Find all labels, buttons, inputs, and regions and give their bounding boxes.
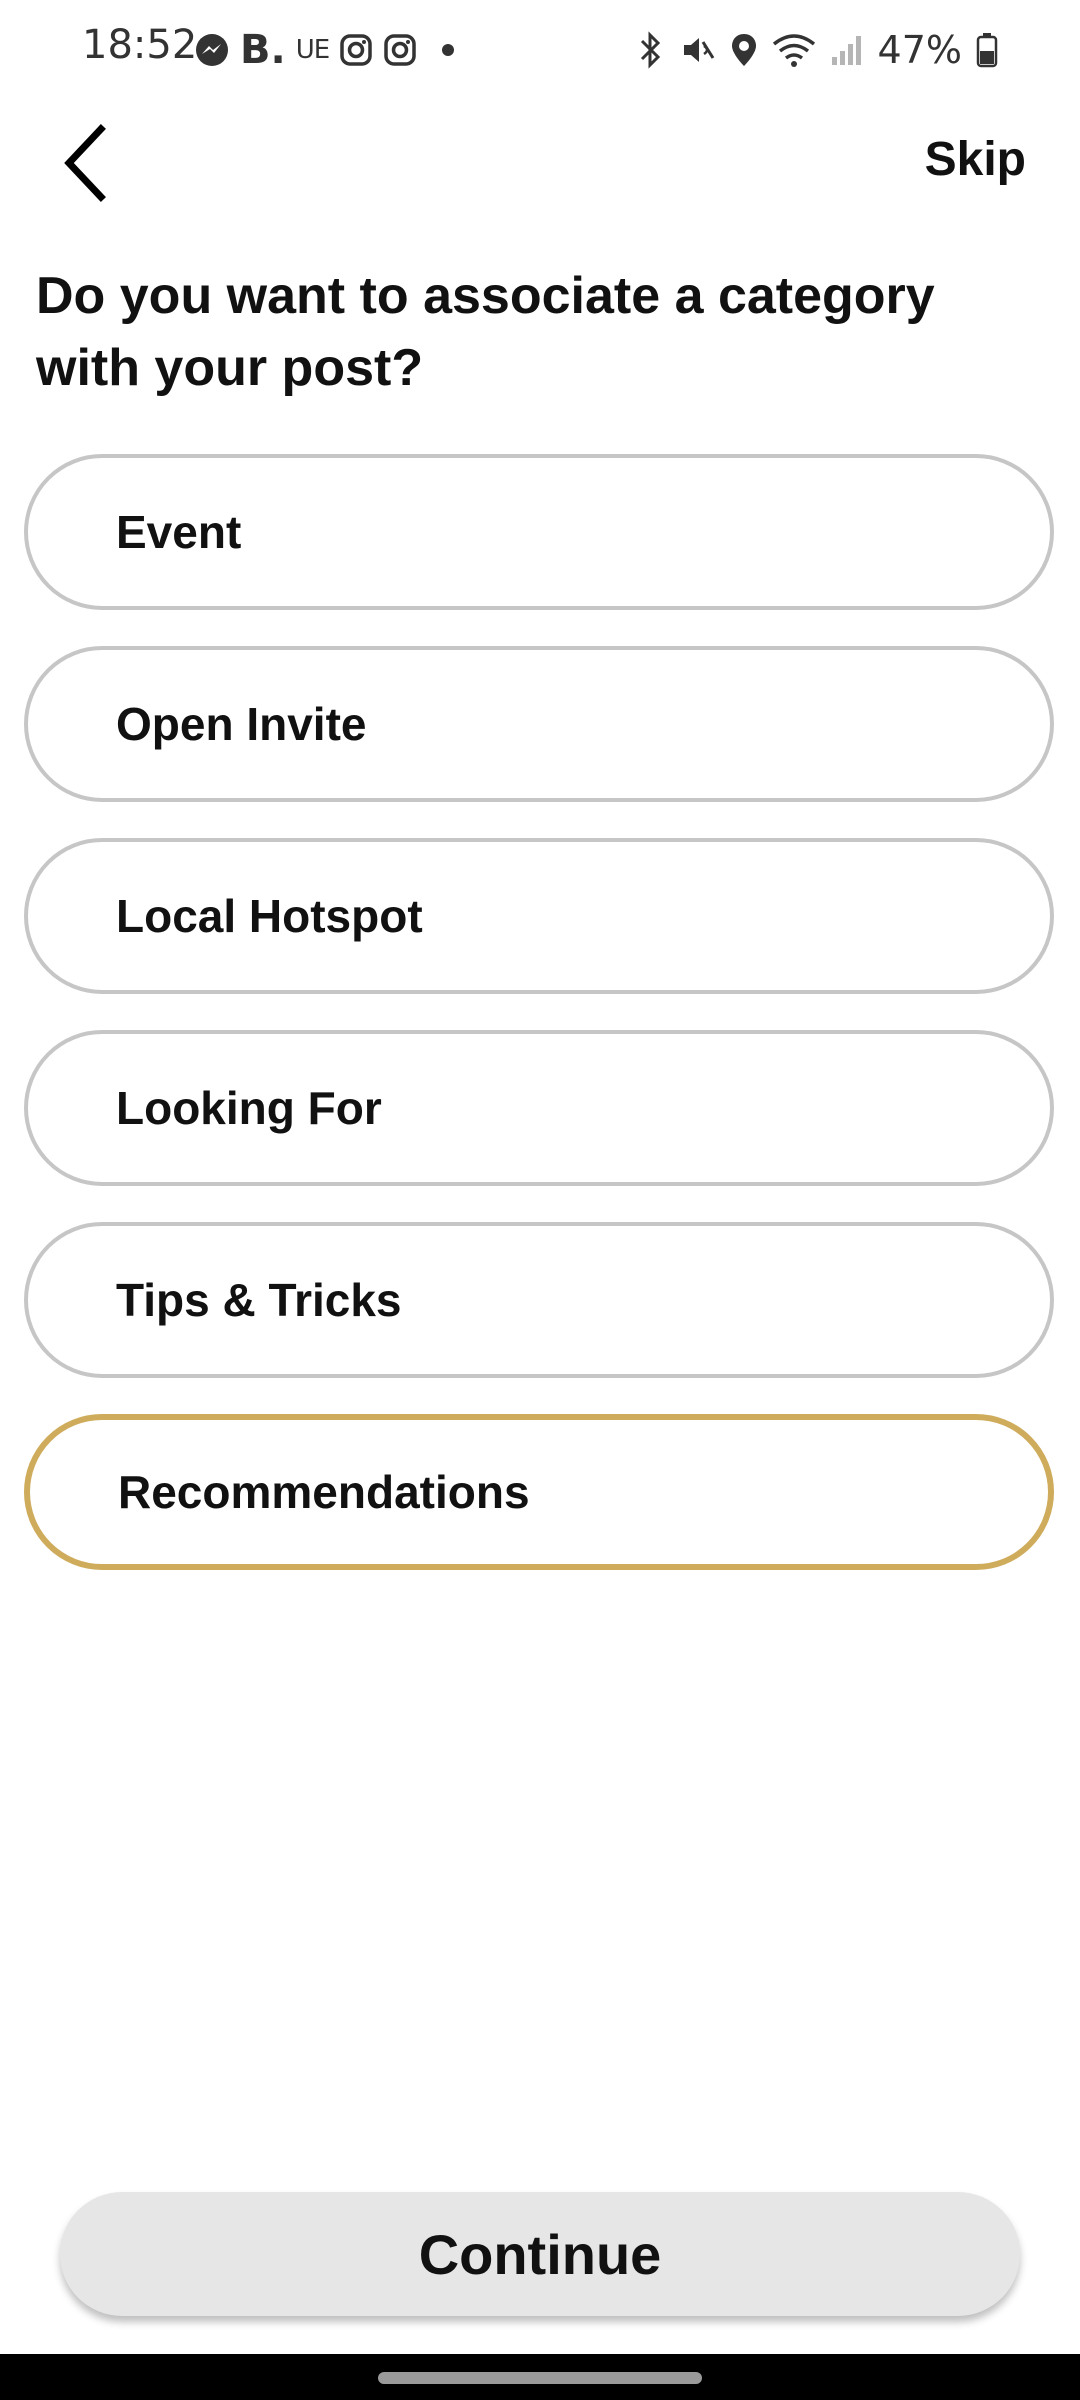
option-recommendations[interactable]: Recommendations [24,1414,1054,1570]
option-event[interactable]: Event [24,454,1054,610]
instagram-icon [339,33,373,67]
option-tips-tricks[interactable]: Tips & Tricks [24,1222,1054,1378]
home-indicator[interactable] [378,2372,702,2384]
question-title: Do you want to associate a category with… [36,267,935,397]
wifi-icon [772,32,816,68]
skip-button[interactable]: Skip [925,132,1026,187]
mute-icon [680,32,716,68]
header: Skip [0,110,1080,220]
location-icon [730,32,758,68]
status-bar: 18:52 B. UE 47% [0,0,1080,100]
chevron-left-icon [55,123,115,208]
dot-icon [441,43,455,57]
ue-icon: UE [295,35,330,65]
back-button[interactable] [40,120,130,210]
option-open-invite[interactable]: Open Invite [24,646,1054,802]
messenger-icon [194,32,230,68]
bluetooth-icon [636,31,666,69]
booking-icon: B. [240,27,286,73]
system-icons: 47% [636,22,998,78]
instagram-icon [383,33,417,67]
category-options: Event Open Invite Local Hotspot Looking … [24,454,1056,1606]
status-time: 18:52 [82,22,198,68]
continue-button[interactable]: Continue [60,2192,1020,2316]
signal-icon [830,33,864,67]
option-looking-for[interactable]: Looking For [24,1030,1054,1186]
navigation-bar [0,2354,1080,2400]
battery-icon [976,32,998,68]
notification-icons: B. UE [194,27,455,73]
battery-percent: 47% [877,28,962,72]
option-local-hotspot[interactable]: Local Hotspot [24,838,1054,994]
